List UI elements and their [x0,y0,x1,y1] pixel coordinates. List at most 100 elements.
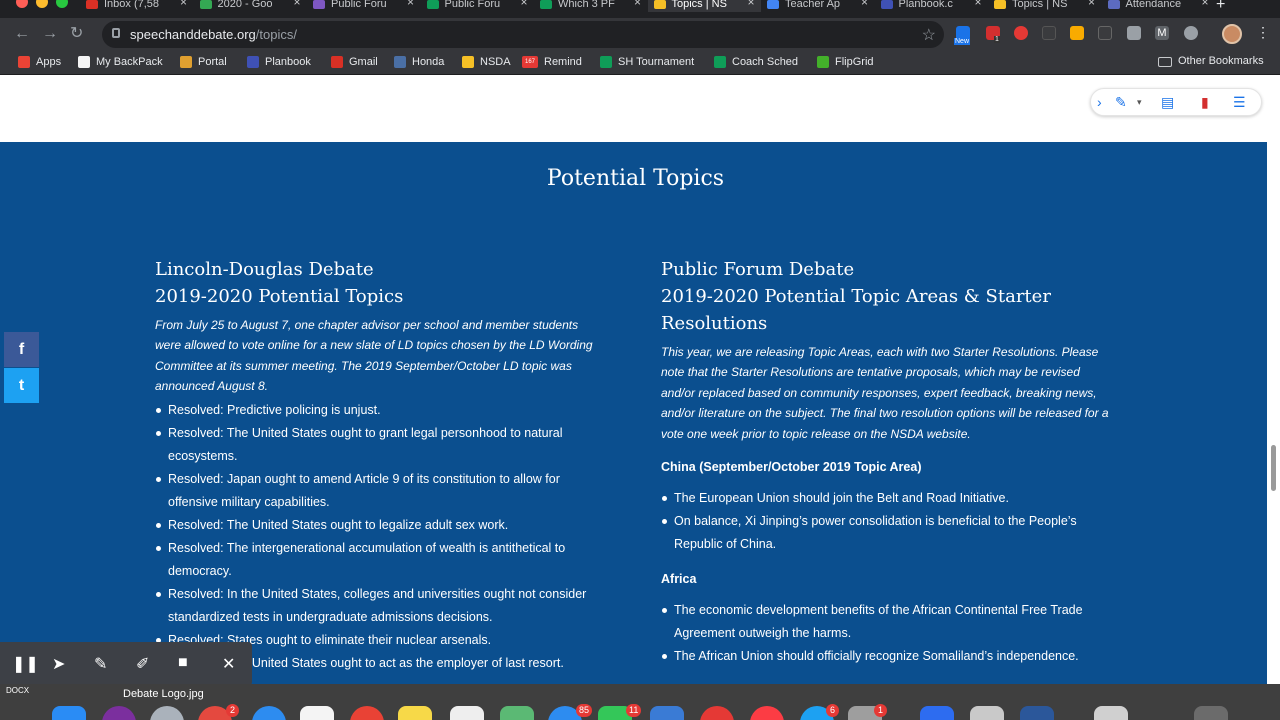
bookmark-item[interactable]: Coach Sched [714,55,798,69]
browser-menu-icon[interactable]: ⋮ [1256,24,1270,41]
pf-title-line2: 2019-2020 Potential Topic Areas & Starte… [661,286,1051,334]
extension-icon[interactable] [1014,26,1028,40]
siri-icon[interactable] [102,706,136,720]
bookmark-favicon [331,56,343,68]
pf-area-heading: Africa [661,572,697,587]
bookmark-item[interactable]: My BackPack [78,55,163,69]
reload-icon[interactable]: ↻ [70,22,83,46]
documents-stack-icon[interactable] [1094,706,1128,720]
bookmark-favicon [18,56,30,68]
bookmark-item[interactable]: Apps [18,55,61,69]
browser-tab[interactable]: Public Foru × [421,0,534,12]
calendar-icon[interactable] [300,706,334,720]
chrome-icon[interactable] [350,706,384,720]
facebook-share-button[interactable]: f [4,332,39,367]
bookmark-item[interactable]: Honda [394,55,444,69]
scrollbar-thumb[interactable] [1271,445,1276,491]
close-window-button[interactable] [16,0,28,8]
bookmark-item[interactable]: Gmail [331,55,378,69]
pf-intro: This year, we are releasing Topic Areas,… [661,345,1109,441]
other-bookmarks[interactable]: Other Bookmarks [1158,55,1264,67]
browser-tab[interactable]: Inbox (7,58 × [80,0,193,12]
m-extension-icon[interactable]: M [1155,26,1169,40]
zoom-window-button[interactable] [56,0,68,8]
annotation-toolbar: › ✎ ▾ ▤ ▮ ☰ [1090,88,1262,116]
trash-icon[interactable] [1194,706,1228,720]
tab-close-icon[interactable]: × [407,0,414,8]
reader-icon[interactable] [1127,26,1141,40]
bookmark-item[interactable]: SH Tournament [600,55,694,69]
tab-close-icon[interactable]: × [1088,0,1095,8]
back-icon[interactable]: ← [14,22,30,46]
finder-icon[interactable] [52,706,86,720]
grid-extension-icon[interactable] [1042,26,1056,40]
browser-tab[interactable]: 2020 - Goo × [194,0,307,12]
bookmark-item[interactable]: FlipGrid [817,55,874,69]
ld-topic-item: Resolved: In the United States, colleges… [155,583,607,629]
collapse-chevron-icon[interactable]: › [1097,94,1102,110]
launchpad-icon[interactable] [150,706,184,720]
page-scrollbar[interactable] [1267,75,1280,685]
list-icon[interactable]: ☰ [1233,94,1246,111]
grid-icon[interactable] [1098,26,1112,40]
bookmark-item[interactable]: 167 Remind [522,55,582,69]
bookmark-item[interactable]: Portal [180,55,227,69]
word-icon[interactable] [1020,706,1054,720]
tab-favicon [880,0,893,9]
dropdown-caret-icon[interactable]: ▾ [1137,97,1142,108]
adblock-icon[interactable]: 1 [986,26,1000,43]
bookmark-item[interactable]: NSDA [462,55,511,69]
safari-icon[interactable] [252,706,286,720]
profile-avatar[interactable] [1222,24,1242,44]
macos-dock: DOCX Debate Logo.jpg 2 85 11 6 1 [0,684,1280,720]
tab-close-icon[interactable]: × [861,0,868,8]
tab-close-icon[interactable]: × [974,0,981,8]
pause-icon[interactable]: ❚❚ [12,654,39,674]
browser-tab[interactable]: Planbook.c × [875,0,988,12]
minimize-window-button[interactable] [36,0,48,8]
maps-icon[interactable] [500,706,534,720]
url-text[interactable]: speechanddebate.org/topics/ [130,27,297,42]
reminders-icon[interactable] [450,706,484,720]
preview-icon[interactable] [970,706,1004,720]
note-icon[interactable]: ▤ [1161,94,1174,111]
pen-icon[interactable]: ✎ [94,654,107,674]
browser-tab[interactable]: Teacher Ap × [761,0,874,12]
app-store-icon[interactable] [650,706,684,720]
bookmark-icon[interactable]: ▮ [1201,94,1209,111]
forward-icon[interactable]: → [42,22,58,46]
browser-tab[interactable]: Attendance × [1102,0,1215,12]
tab-title: Topics | NS [1012,0,1068,10]
tab-close-icon[interactable]: × [747,0,754,8]
tab-favicon [426,0,439,9]
browser-tab[interactable]: Topics | NS × [647,0,761,12]
tab-close-icon[interactable]: × [634,0,641,8]
pf-resolution-list: The European Union should join the Belt … [661,487,1113,556]
close-toolbar-icon[interactable]: ✕ [222,654,235,674]
bookmark-star-icon[interactable]: ☆ [922,25,936,45]
new-extension-icon[interactable]: New [954,26,971,45]
tab-close-icon[interactable]: × [1201,0,1208,8]
browser-tab[interactable]: Topics | NS × [988,0,1101,12]
new-tab-button[interactable]: + [1216,0,1225,14]
bookmark-item[interactable]: Planbook [247,55,311,69]
highlighter-icon[interactable]: ✎ [1115,94,1127,111]
tab-title: Teacher Ap [785,0,841,10]
camera-icon[interactable]: ■ [178,654,188,672]
news-icon[interactable] [700,706,734,720]
browser-tab[interactable]: Which 3 PF × [534,0,647,12]
tab-close-icon[interactable]: × [180,0,187,8]
pointer-icon[interactable]: ➤ [52,654,65,674]
address-bar[interactable]: speechanddebate.org/topics/ ☆ [102,21,944,48]
topics-section: Potential Topics Lincoln-Douglas Debate 2… [4,142,1267,685]
notes-icon[interactable] [398,706,432,720]
twitter-share-button[interactable]: t [4,368,39,403]
highlighter-pen-icon[interactable]: ✐ [136,654,149,674]
tab-close-icon[interactable]: × [520,0,527,8]
browser-tab[interactable]: Public Foru × [307,0,420,12]
thumbs-up-icon[interactable] [1070,26,1084,40]
gear-extension-icon[interactable] [1184,26,1198,40]
music-icon[interactable] [750,706,784,720]
tab-close-icon[interactable]: × [293,0,300,8]
zoom-app-icon[interactable] [920,706,954,720]
